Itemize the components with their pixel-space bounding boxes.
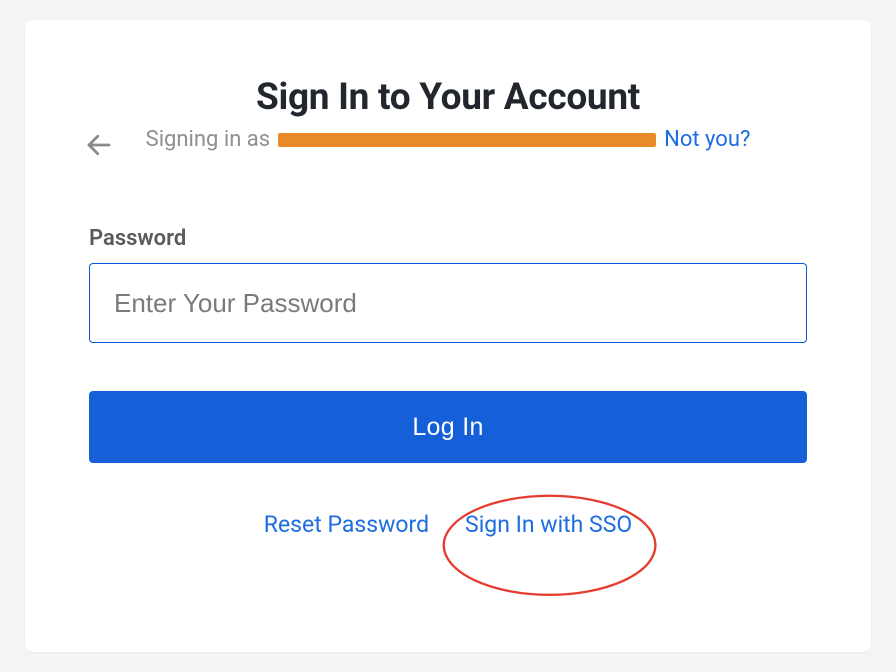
back-arrow-icon[interactable]	[83, 129, 115, 161]
annotation-circle-icon	[437, 489, 662, 602]
signin-sso-link[interactable]: Sign In with SSO	[465, 511, 632, 538]
signing-as-label: Signing in as	[146, 127, 271, 152]
password-input[interactable]	[89, 263, 807, 343]
sso-link-wrapper: Sign In with SSO	[465, 511, 632, 538]
password-label: Password	[89, 226, 807, 251]
secondary-links: Reset Password Sign In with SSO	[89, 511, 807, 538]
not-you-link[interactable]: Not you?	[664, 127, 750, 152]
header: Sign In to Your Account Signing in as No…	[89, 76, 807, 152]
page-title: Sign In to Your Account	[256, 76, 640, 119]
redacted-email	[278, 133, 656, 147]
signin-card: Sign In to Your Account Signing in as No…	[25, 20, 871, 652]
login-button[interactable]: Log In	[89, 391, 807, 463]
subtitle-row: Signing in as Not you?	[146, 127, 751, 152]
password-field-group: Password	[89, 226, 807, 343]
reset-password-link[interactable]: Reset Password	[264, 511, 429, 538]
